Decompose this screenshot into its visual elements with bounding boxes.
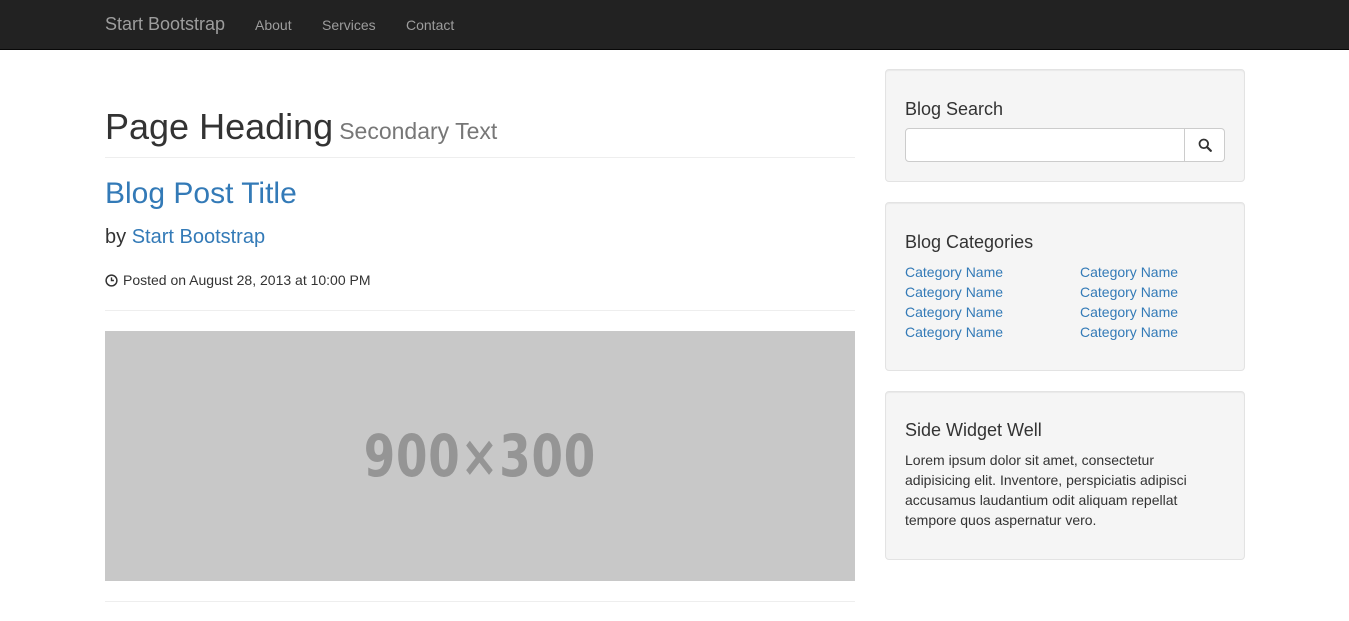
side-widget-title: Side Widget Well — [905, 420, 1042, 440]
nav-link-contact[interactable]: Contact — [406, 16, 454, 34]
nav-link-services[interactable]: Services — [322, 16, 376, 34]
list-item: Category Name — [905, 302, 1003, 322]
navbar-brand[interactable]: Start Bootstrap — [105, 14, 225, 34]
blog-post-title[interactable]: Blog Post Title — [105, 175, 297, 213]
list-item: Category Name — [905, 262, 1003, 282]
list-item: Category Name — [1080, 282, 1178, 302]
post-byline: by Start Bootstrap — [105, 224, 265, 250]
category-list-right: Category Name Category Name Category Nam… — [1080, 262, 1178, 342]
post-date: Posted on August 28, 2013 at 10:00 PM — [105, 271, 371, 289]
category-list-left: Category Name Category Name Category Nam… — [905, 262, 1003, 342]
post-image: 900×300 — [105, 331, 855, 581]
nav-link-about[interactable]: About — [255, 16, 292, 34]
category-link[interactable]: Category Name — [905, 284, 1003, 300]
list-item: Category Name — [1080, 302, 1178, 322]
list-item: Category Name — [1080, 322, 1178, 342]
blog-search-well: Blog Search — [885, 69, 1245, 182]
blog-categories-title: Blog Categories — [905, 232, 1034, 252]
side-widget-well: Side Widget Well Lorem ipsum dolor sit a… — [885, 391, 1245, 560]
list-item: Category Name — [1080, 262, 1178, 282]
divider — [105, 310, 855, 311]
search-icon — [1198, 138, 1212, 152]
blog-categories-well: Blog Categories Category Name Category N… — [885, 202, 1245, 371]
page-subheading: Secondary Text — [339, 118, 498, 144]
category-link[interactable]: Category Name — [1080, 284, 1178, 300]
side-widget-text: Lorem ipsum dolor sit amet, consectetur … — [905, 452, 1187, 528]
page-header: Page Heading Secondary Text — [105, 104, 855, 158]
byline-prefix: by — [105, 226, 127, 248]
category-link[interactable]: Category Name — [1080, 264, 1178, 280]
search-input[interactable] — [905, 128, 1185, 162]
top-navbar: Start Bootstrap About Services Contact — [0, 0, 1349, 50]
divider — [105, 601, 855, 602]
author-link[interactable]: Start Bootstrap — [132, 226, 265, 248]
blog-search-title: Blog Search — [905, 99, 1004, 119]
search-group — [905, 128, 1225, 162]
post-date-text: Posted on August 28, 2013 at 10:00 PM — [123, 272, 371, 288]
page-heading-text: Page Heading — [105, 106, 334, 147]
category-link[interactable]: Category Name — [905, 264, 1003, 280]
category-link[interactable]: Category Name — [1080, 304, 1178, 320]
category-link[interactable]: Category Name — [905, 324, 1003, 340]
list-item: Category Name — [905, 322, 1003, 342]
clock-icon — [105, 273, 118, 287]
category-link[interactable]: Category Name — [905, 304, 1003, 320]
list-item: Category Name — [905, 282, 1003, 302]
search-button[interactable] — [1185, 128, 1225, 162]
category-link[interactable]: Category Name — [1080, 324, 1178, 340]
page-title: Page Heading Secondary Text — [105, 104, 855, 154]
post-image-label: 900×300 — [363, 422, 597, 490]
